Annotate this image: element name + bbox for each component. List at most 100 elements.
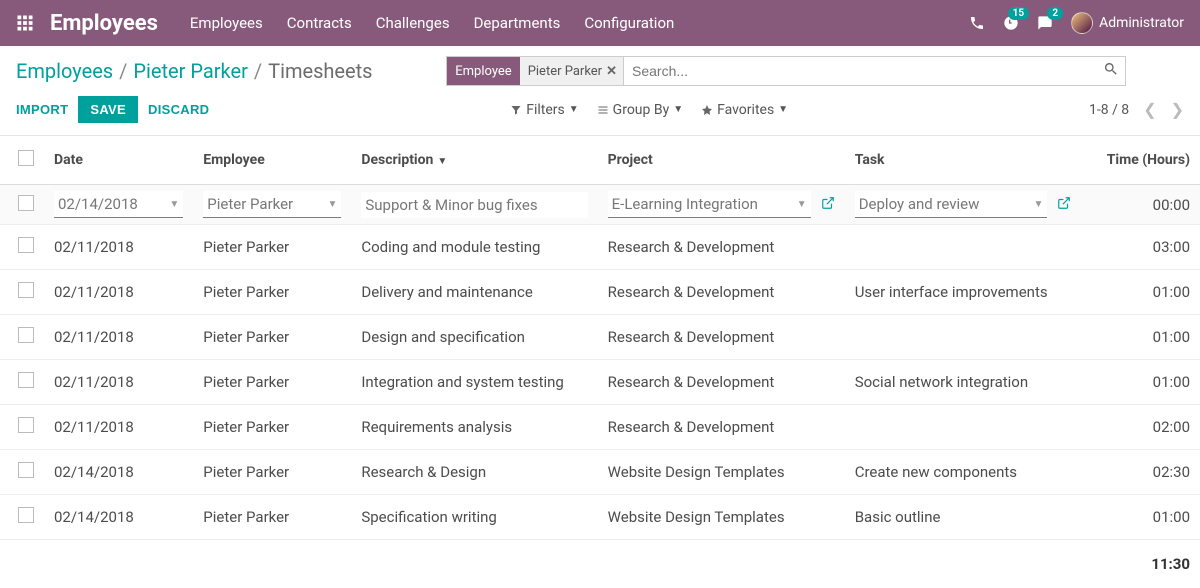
cell-employee: Pieter Parker	[193, 495, 351, 540]
breadcrumb-employees[interactable]: Employees	[16, 59, 113, 83]
user-menu[interactable]: Administrator	[1071, 12, 1184, 34]
caret-down-icon: ▼	[1033, 199, 1043, 210]
cell-date: 02/11/2018	[44, 225, 193, 270]
row-checkbox[interactable]	[18, 417, 34, 433]
col-employee[interactable]: Employee	[193, 136, 351, 185]
favorites-dropdown[interactable]: Favorites ▼	[701, 102, 788, 118]
menu-configuration[interactable]: Configuration	[584, 14, 674, 32]
table-row[interactable]: 02/11/2018 Pieter Parker Coding and modu…	[0, 225, 1200, 270]
facet-remove-icon[interactable]: ✕	[606, 64, 617, 79]
search-input[interactable]	[624, 63, 1125, 79]
table-row[interactable]: 02/11/2018 Pieter Parker Delivery and ma…	[0, 270, 1200, 315]
search-box[interactable]: Employee Pieter Parker ✕	[446, 56, 1126, 86]
project-input[interactable]: E-Learning Integration▼	[608, 191, 811, 218]
cell-project: Website Design Templates	[598, 495, 845, 540]
import-button[interactable]: IMPORT	[16, 102, 68, 117]
menu-employees[interactable]: Employees	[190, 14, 263, 32]
external-link-icon[interactable]	[1057, 196, 1071, 214]
menu-challenges[interactable]: Challenges	[376, 14, 450, 32]
pager-next-icon[interactable]: ❯	[1171, 100, 1184, 119]
row-checkbox[interactable]	[18, 195, 34, 211]
cell-time: 01:00	[1081, 315, 1200, 360]
cell-date: 02/11/2018	[44, 270, 193, 315]
breadcrumb-employee[interactable]: Pieter Parker	[133, 59, 247, 83]
brand-title[interactable]: Employees	[50, 11, 158, 36]
action-row: IMPORT SAVE DISCARD Filters ▼ Group By ▼…	[0, 86, 1200, 136]
cell-description: Delivery and maintenance	[351, 270, 597, 315]
nav-right: 15 2 Administrator	[969, 12, 1184, 34]
caret-down-icon: ▼	[569, 104, 579, 115]
cell-task	[845, 405, 1082, 450]
cell-description: Research & Design	[351, 450, 597, 495]
caret-down-icon: ▼	[778, 104, 788, 115]
search-icon[interactable]	[1103, 61, 1119, 81]
total-time: 11:30	[1080, 539, 1200, 585]
cell-date: 02/14/2018	[44, 495, 193, 540]
time-cell[interactable]: 00:00	[1081, 185, 1200, 225]
table-row[interactable]: 02/11/2018 Pieter Parker Integration and…	[0, 360, 1200, 405]
discard-button[interactable]: DISCARD	[148, 102, 209, 117]
col-task[interactable]: Task	[845, 136, 1082, 185]
pager-text: 1-8 / 8	[1089, 102, 1129, 118]
description-input[interactable]: Support & Minor bug fixes	[361, 192, 587, 218]
phone-icon[interactable]	[969, 15, 985, 31]
cell-task: Basic outline	[845, 495, 1082, 540]
save-button[interactable]: SAVE	[78, 96, 138, 123]
row-checkbox[interactable]	[18, 282, 34, 298]
apps-icon[interactable]	[16, 14, 34, 32]
cell-date: 02/14/2018	[44, 450, 193, 495]
col-time[interactable]: Time (Hours)	[1081, 136, 1200, 185]
row-checkbox[interactable]	[18, 507, 34, 523]
activities-icon[interactable]: 15	[1003, 15, 1019, 31]
timesheet-table: Date Employee Description▼ Project Task …	[0, 136, 1200, 540]
cell-time: 01:00	[1081, 270, 1200, 315]
filters-dropdown[interactable]: Filters ▼	[510, 102, 578, 118]
select-all-checkbox[interactable]	[18, 150, 34, 166]
messages-icon[interactable]: 2	[1037, 15, 1053, 31]
cell-employee: Pieter Parker	[193, 360, 351, 405]
table-row[interactable]: 02/14/2018 Pieter Parker Specification w…	[0, 495, 1200, 540]
user-name: Administrator	[1099, 15, 1184, 31]
caret-down-icon: ▼	[797, 199, 807, 210]
cell-employee: Pieter Parker	[193, 270, 351, 315]
col-description[interactable]: Description▼	[351, 136, 597, 185]
menu-departments[interactable]: Departments	[474, 14, 561, 32]
row-checkbox[interactable]	[18, 372, 34, 388]
menu-contracts[interactable]: Contracts	[287, 14, 352, 32]
cell-time: 02:30	[1081, 450, 1200, 495]
pager-prev-icon[interactable]: ❮	[1143, 100, 1156, 119]
cell-task: Social network integration	[845, 360, 1082, 405]
row-checkbox[interactable]	[18, 237, 34, 253]
cell-description: Design and specification	[351, 315, 597, 360]
table-row[interactable]: 02/11/2018 Pieter Parker Requirements an…	[0, 405, 1200, 450]
external-link-icon[interactable]	[821, 196, 835, 214]
cell-time: 01:00	[1081, 360, 1200, 405]
cell-time: 02:00	[1081, 405, 1200, 450]
table-row[interactable]: 02/11/2018 Pieter Parker Design and spec…	[0, 315, 1200, 360]
cell-project: Research & Development	[598, 270, 845, 315]
list-icon	[597, 104, 609, 116]
cell-project: Research & Development	[598, 405, 845, 450]
cell-time: 01:00	[1081, 495, 1200, 540]
row-checkbox[interactable]	[18, 462, 34, 478]
task-input[interactable]: Deploy and review▼	[855, 191, 1048, 218]
cell-task	[845, 225, 1082, 270]
col-project[interactable]: Project	[598, 136, 845, 185]
caret-down-icon: ▼	[673, 104, 683, 115]
total-row: 11:30	[0, 539, 1200, 585]
cell-project: Research & Development	[598, 360, 845, 405]
row-checkbox[interactable]	[18, 327, 34, 343]
col-date[interactable]: Date	[44, 136, 193, 185]
groupby-dropdown[interactable]: Group By ▼	[597, 102, 683, 118]
main-menu: Employees Contracts Challenges Departmen…	[190, 14, 969, 32]
cell-date: 02/11/2018	[44, 360, 193, 405]
cell-employee: Pieter Parker	[193, 450, 351, 495]
date-input[interactable]: 02/14/2018▼	[54, 191, 183, 218]
table-row[interactable]: 02/14/2018 Pieter Parker Research & Desi…	[0, 450, 1200, 495]
avatar	[1071, 12, 1093, 34]
sort-caret-icon: ▼	[437, 156, 447, 167]
cell-description: Integration and system testing	[351, 360, 597, 405]
cell-employee: Pieter Parker	[193, 315, 351, 360]
employee-input[interactable]: Pieter Parker▼	[203, 191, 341, 218]
cell-description: Coding and module testing	[351, 225, 597, 270]
